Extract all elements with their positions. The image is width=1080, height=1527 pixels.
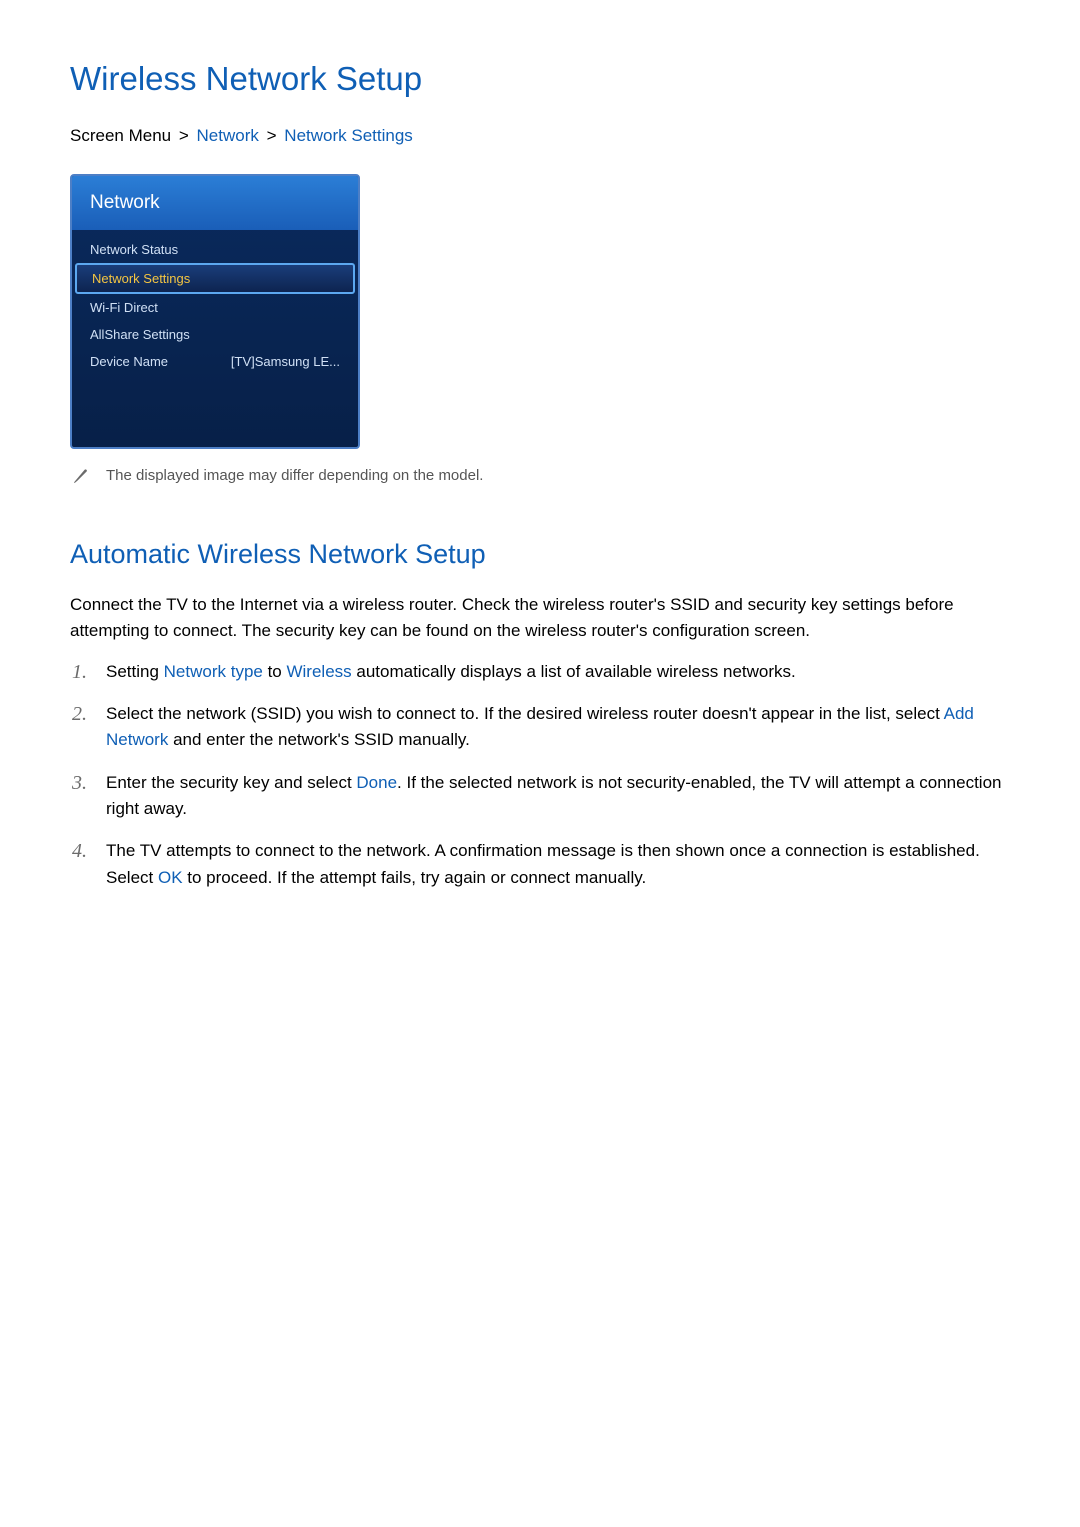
network-menu-panel: Network Network Status Network Settings …: [70, 174, 360, 449]
menu-item-label: AllShare Settings: [90, 327, 190, 342]
highlight-wireless: Wireless: [286, 662, 351, 681]
menu-item-allshare-settings[interactable]: AllShare Settings: [75, 321, 355, 348]
menu-item-network-status[interactable]: Network Status: [75, 236, 355, 263]
menu-item-value: [TV]Samsung LE...: [231, 354, 340, 369]
chevron-right-icon: >: [267, 126, 277, 145]
breadcrumb: Screen Menu > Network > Network Settings: [70, 126, 1010, 146]
menu-header: Network: [72, 176, 358, 230]
section-intro: Connect the TV to the Internet via a wir…: [70, 592, 1010, 645]
note-text: The displayed image may differ depending…: [106, 467, 483, 484]
chevron-right-icon: >: [179, 126, 189, 145]
menu-item-label: Network Status: [90, 242, 178, 257]
page-title: Wireless Network Setup: [70, 60, 1010, 98]
breadcrumb-prefix: Screen Menu: [70, 126, 171, 145]
menu-item-label: Wi-Fi Direct: [90, 300, 158, 315]
step-text: Select the network (SSID) you wish to co…: [106, 704, 944, 723]
step-4: The TV attempts to connect to the networ…: [70, 838, 1010, 891]
highlight-done: Done: [356, 773, 397, 792]
pencil-icon: [74, 469, 88, 483]
step-text: Enter the security key and select: [106, 773, 356, 792]
section-heading: Automatic Wireless Network Setup: [70, 539, 1010, 570]
step-1: Setting Network type to Wireless automat…: [70, 659, 1010, 685]
menu-item-label: Network Settings: [92, 271, 190, 286]
step-text: Setting: [106, 662, 164, 681]
step-text: to proceed. If the attempt fails, try ag…: [183, 868, 647, 887]
highlight-network-type: Network type: [164, 662, 263, 681]
breadcrumb-part-1: Network: [197, 126, 259, 145]
step-text: automatically displays a list of availab…: [352, 662, 796, 681]
step-3: Enter the security key and select Done. …: [70, 770, 1010, 823]
note-row: The displayed image may differ depending…: [70, 467, 1010, 484]
step-text: to: [263, 662, 287, 681]
breadcrumb-part-2: Network Settings: [284, 126, 413, 145]
highlight-ok: OK: [158, 868, 183, 887]
menu-item-wifi-direct[interactable]: Wi-Fi Direct: [75, 294, 355, 321]
step-text: and enter the network's SSID manually.: [168, 730, 470, 749]
steps-list: Setting Network type to Wireless automat…: [70, 659, 1010, 891]
menu-body: Network Status Network Settings Wi-Fi Di…: [72, 230, 358, 447]
step-2: Select the network (SSID) you wish to co…: [70, 701, 1010, 754]
menu-item-network-settings[interactable]: Network Settings: [75, 263, 355, 294]
menu-item-label: Device Name: [90, 354, 168, 369]
menu-item-device-name[interactable]: Device Name [TV]Samsung LE...: [75, 348, 355, 375]
